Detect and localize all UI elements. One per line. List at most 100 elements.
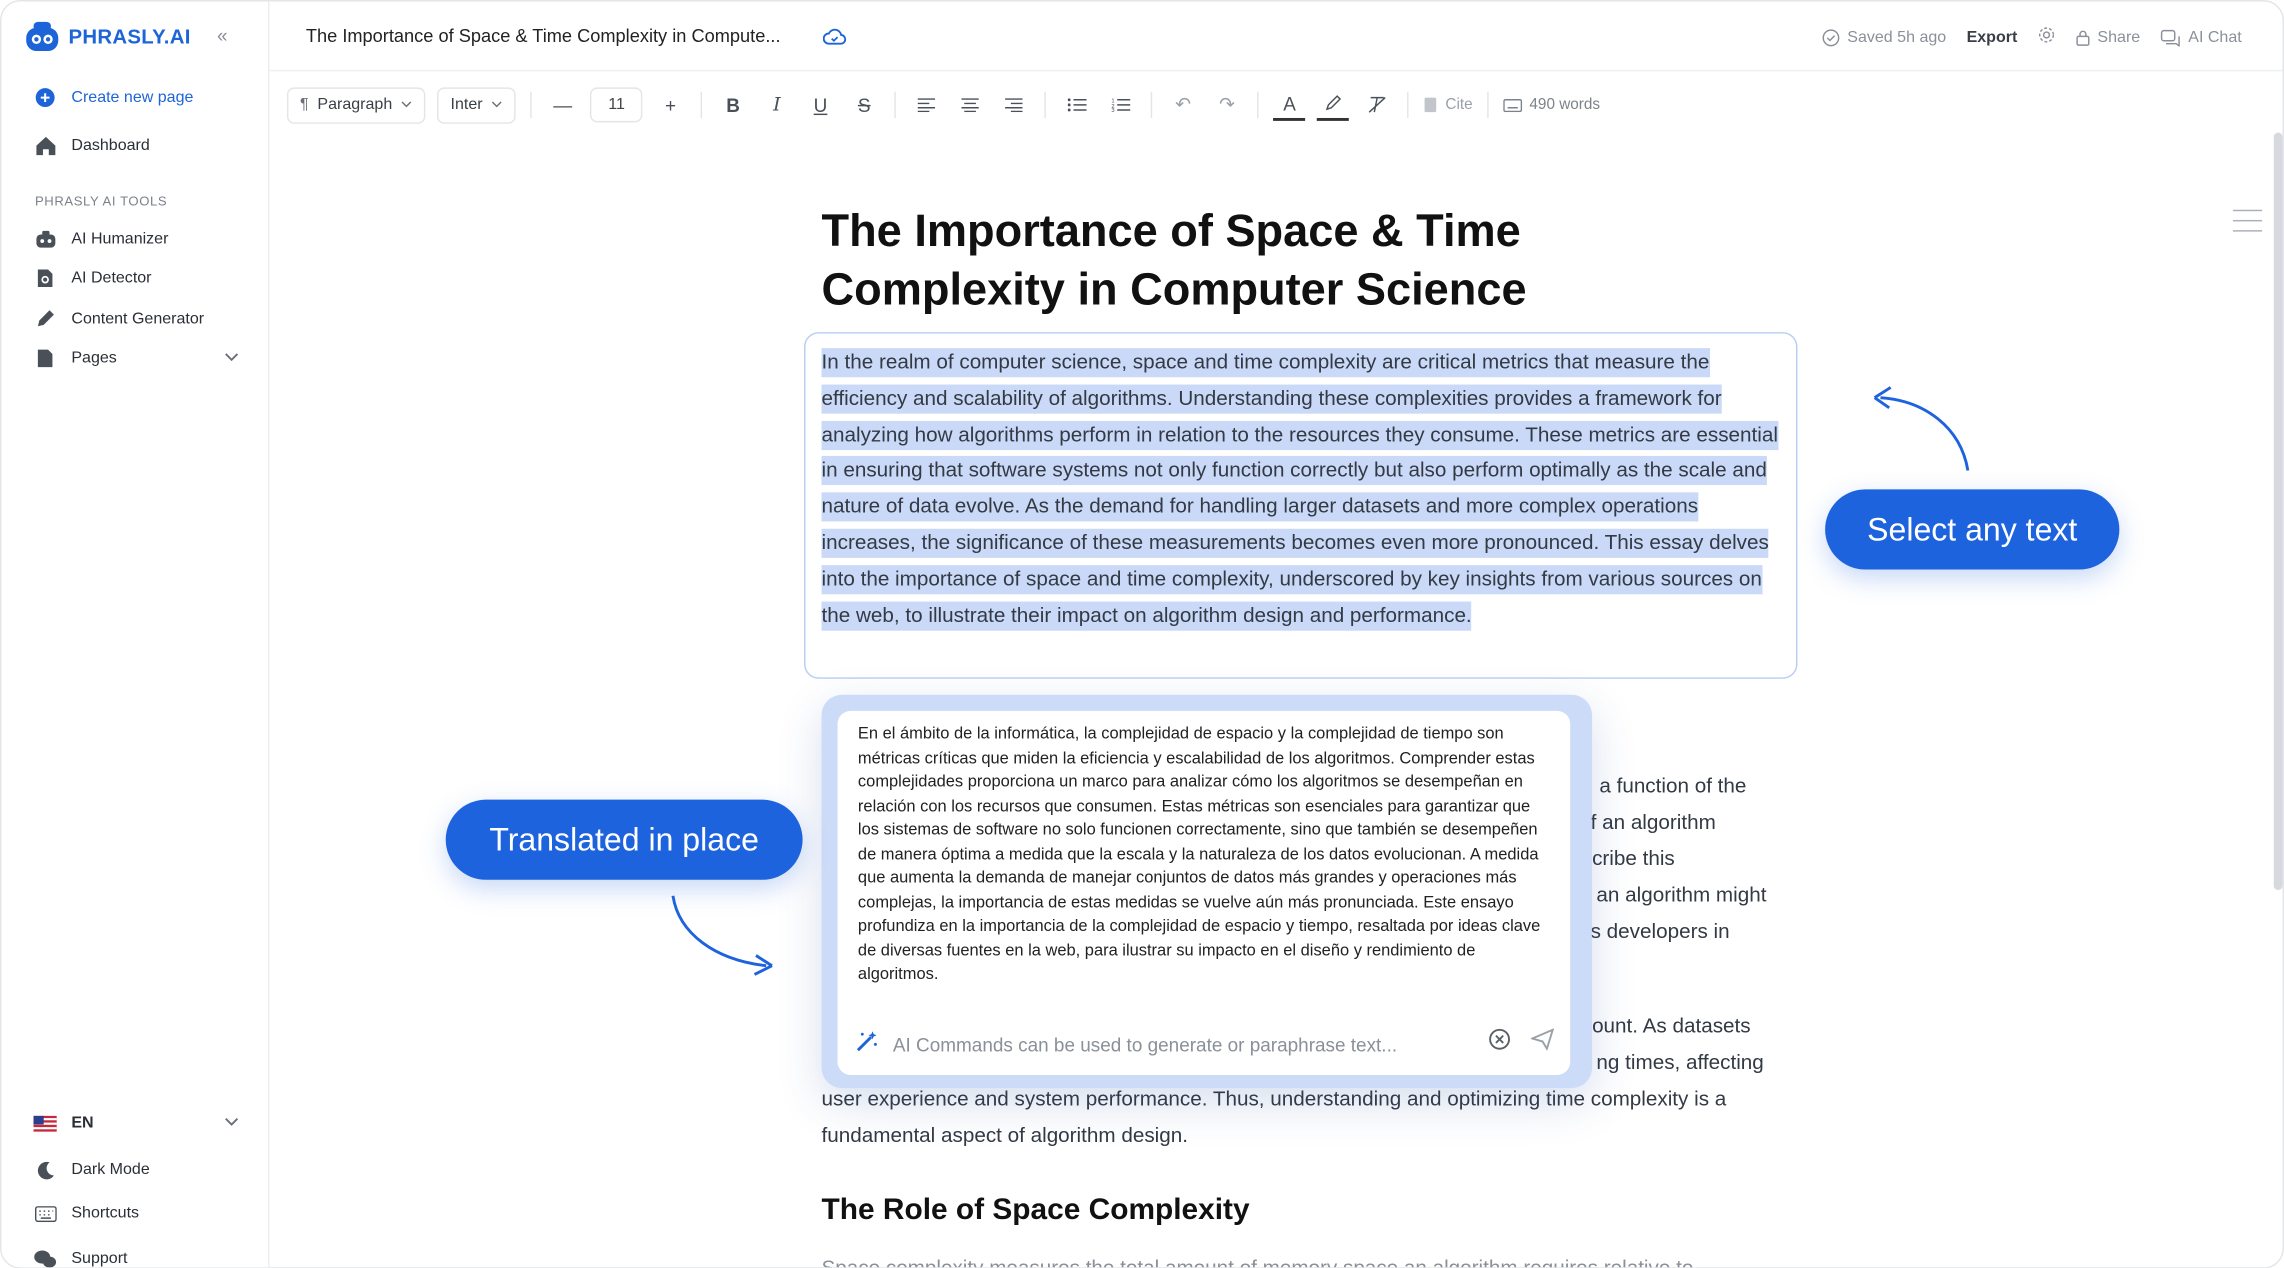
send-icon[interactable]: [1529, 1028, 1555, 1057]
curved-arrow-icon: [1873, 386, 1970, 471]
numbered-list-icon[interactable]: 123: [1105, 89, 1137, 121]
support-button[interactable]: Support: [34, 1247, 128, 1268]
paragraph-fragment: an algorithm might: [1596, 884, 1767, 908]
cite-button[interactable]: Cite: [1424, 96, 1473, 114]
paragraph-fragment: f an algorithm: [1590, 811, 1716, 835]
chat-bubbles-icon: [34, 1247, 57, 1267]
font-family-value: Inter: [450, 96, 483, 114]
text-color-icon[interactable]: A: [1273, 89, 1306, 121]
ai-chat-label: AI Chat: [2188, 28, 2242, 46]
pages-chevron-down-icon[interactable]: [224, 351, 239, 367]
clear-format-icon[interactable]: [1361, 89, 1393, 121]
sidebar-item-content-generator[interactable]: Content Generator: [34, 307, 205, 330]
home-icon: [34, 134, 57, 157]
document-search-icon: [34, 267, 57, 290]
select-text-callout: Select any text: [1825, 489, 2120, 570]
shortcuts-button[interactable]: Shortcuts: [34, 1202, 139, 1225]
top-bar: The Importance of Space & Time Complexit…: [269, 1, 2283, 72]
chat-icon: [2161, 29, 2181, 46]
paragraph-tail[interactable]: user experience and system performance. …: [822, 1082, 1783, 1154]
translation-popup: En el ámbito de la informática, la compl…: [821, 694, 1593, 1089]
outline-minimap[interactable]: [2232, 209, 2263, 241]
word-count-text: 490 words: [1529, 96, 1601, 114]
close-circle-icon[interactable]: [1489, 1028, 1511, 1057]
document-title-tab[interactable]: The Importance of Space & Time Complexit…: [306, 26, 781, 46]
align-right-icon[interactable]: [998, 89, 1030, 121]
align-left-icon[interactable]: [911, 89, 943, 121]
export-button[interactable]: Export: [1967, 28, 2018, 45]
dark-mode-toggle[interactable]: Dark Mode: [34, 1158, 150, 1181]
curved-arrow-icon: [671, 895, 773, 976]
paragraph-fragment: ount. As datasets: [1592, 1015, 1751, 1039]
share-button[interactable]: Share: [2076, 28, 2141, 46]
plus-circle-icon: [34, 86, 57, 109]
pencil-icon: [34, 307, 57, 330]
top-actions: Saved 5h ago Export Share AI Chat: [1822, 26, 2242, 48]
settings-gear-icon[interactable]: [2038, 26, 2055, 48]
us-flag-icon: [33, 1111, 57, 1134]
page-icon: [34, 347, 57, 370]
ai-command-input[interactable]: AI Commands can be used to generate or p…: [893, 1033, 1397, 1055]
paragraph-fragment: a function of the: [1599, 774, 1747, 799]
ai-chat-button[interactable]: AI Chat: [2161, 28, 2242, 46]
paragraph-fragment: s developers in: [1590, 920, 1730, 944]
selected-paragraph-text: In the realm of computer science, space …: [821, 348, 1778, 631]
svg-text:3: 3: [1111, 108, 1114, 112]
logo-text: PHRASLY.AI: [68, 24, 191, 49]
sidebar-item-dashboard[interactable]: Dashboard: [34, 134, 150, 157]
language-selector[interactable]: EN: [33, 1111, 94, 1134]
cite-label: Cite: [1445, 96, 1473, 114]
selected-paragraph-box[interactable]: In the realm of computer science, space …: [804, 332, 1798, 679]
paragraph-fragment: cribe this: [1592, 847, 1675, 872]
toolbar-divider: [894, 91, 897, 118]
vertical-scrollbar[interactable]: [2273, 132, 2283, 890]
bullet-list-icon[interactable]: [1061, 89, 1093, 121]
book-icon: [1425, 97, 1437, 113]
toolbar-divider: [1257, 91, 1259, 118]
ai-humanizer-label: AI Humanizer: [71, 230, 169, 248]
translation-card: En el ámbito de la informática, la compl…: [837, 710, 1571, 1075]
logo[interactable]: PHRASLY.AI: [22, 19, 191, 54]
create-new-page-button[interactable]: Create new page: [34, 86, 193, 109]
toolbar-divider: [1407, 91, 1409, 118]
sidebar-item-ai-detector[interactable]: AI Detector: [34, 267, 152, 290]
sidebar-item-ai-humanizer[interactable]: AI Humanizer: [34, 227, 169, 250]
chevron-down-icon: [401, 101, 412, 108]
robot-logo-icon: [26, 21, 59, 51]
formatting-toolbar: ¶ Paragraph Inter — 11 + B I U S 123 ↶ ↷…: [286, 86, 1601, 124]
block-type-select[interactable]: ¶ Paragraph: [286, 86, 426, 124]
pages-label: Pages: [71, 349, 117, 368]
italic-icon[interactable]: I: [761, 89, 793, 121]
font-size-input[interactable]: 11: [590, 87, 643, 123]
decrease-font-size-button[interactable]: —: [547, 89, 579, 121]
increase-font-size-button[interactable]: +: [654, 89, 686, 121]
content-generator-label: Content Generator: [71, 310, 205, 328]
word-count: 490 words: [1503, 96, 1601, 114]
block-type-value: Paragraph: [317, 96, 393, 114]
cutoff-paragraph: Space complexity measures the total amou…: [822, 1257, 1783, 1267]
undo-icon[interactable]: ↶: [1167, 89, 1199, 121]
bold-icon[interactable]: B: [717, 89, 749, 121]
document-heading[interactable]: The Importance of Space & Time Complexit…: [822, 202, 1725, 319]
selected-paragraph[interactable]: In the realm of computer science, space …: [821, 345, 1786, 634]
font-family-select[interactable]: Inter: [437, 86, 517, 124]
align-center-icon[interactable]: [955, 89, 987, 121]
redo-icon[interactable]: ↷: [1211, 89, 1243, 121]
toolbar-divider: [701, 91, 703, 118]
support-label: Support: [71, 1249, 128, 1268]
saved-status-text: Saved 5h ago: [1847, 28, 1947, 46]
share-label: Share: [2097, 28, 2141, 46]
pilcrow-icon: ¶: [300, 96, 309, 114]
collapse-sidebar-icon[interactable]: «: [217, 25, 228, 47]
sidebar-item-pages[interactable]: Pages: [34, 347, 117, 370]
dark-mode-label: Dark Mode: [71, 1160, 150, 1179]
strikethrough-icon[interactable]: S: [848, 89, 880, 121]
keyboard-icon: [34, 1202, 57, 1225]
highlighter-icon[interactable]: [1317, 89, 1350, 121]
language-chevron-down-icon[interactable]: [224, 1116, 239, 1132]
magic-wand-icon: [855, 1029, 878, 1060]
underline-icon[interactable]: U: [804, 89, 836, 121]
translated-text[interactable]: En el ámbito de la informática, la compl…: [858, 722, 1550, 986]
section-heading[interactable]: The Role of Space Complexity: [822, 1193, 1250, 1228]
robot-icon: [34, 227, 57, 250]
